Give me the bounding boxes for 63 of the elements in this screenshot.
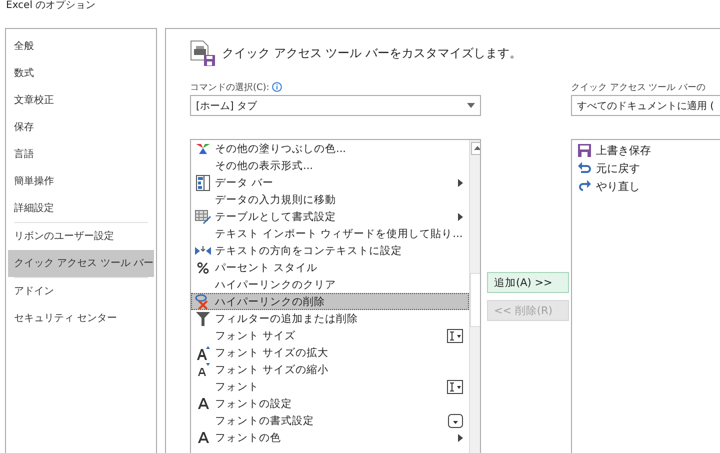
- sidebar-item[interactable]: 全般: [8, 33, 154, 60]
- text-field-icon: [446, 380, 463, 394]
- submenu-arrow-icon: [458, 212, 463, 220]
- command-item[interactable]: フォント サイズの縮小: [191, 361, 469, 378]
- table-format-icon: [195, 210, 211, 224]
- toolbar-target-dropdown[interactable]: すべてのドキュメントに適用 (: [571, 95, 720, 116]
- sidebar-item[interactable]: 詳細設定: [8, 195, 154, 222]
- text-field-icon: [446, 328, 463, 342]
- redo-icon: [578, 180, 590, 192]
- toolbar-customize-icon: [190, 40, 216, 66]
- font-icon: [198, 432, 208, 443]
- sidebar-item[interactable]: アドイン: [8, 278, 154, 305]
- command-item[interactable]: フォントの設定: [191, 395, 469, 412]
- sidebar-item[interactable]: セキュリティ センター: [8, 305, 154, 332]
- toolbar-item[interactable]: やり直し: [596, 178, 640, 194]
- command-item[interactable]: テーブルとして書式設定: [191, 208, 469, 225]
- command-item[interactable]: フォント サイズ: [191, 327, 469, 344]
- command-item[interactable]: パーセント スタイル: [191, 259, 469, 276]
- command-item[interactable]: フィルターの追加または削除: [191, 310, 469, 327]
- sidebar-item[interactable]: クイック アクセス ツール バー: [8, 250, 154, 277]
- info-icon: [272, 82, 282, 92]
- submenu-arrow-icon: [458, 178, 463, 186]
- dropdown-arrow-icon: [467, 103, 475, 108]
- color-palette-icon: [196, 144, 210, 154]
- command-source-dropdown[interactable]: [ホーム] タブ: [190, 95, 481, 116]
- command-item[interactable]: データの入力規則に移動: [191, 191, 469, 208]
- command-item[interactable]: ハイパーリンクのクリア: [191, 276, 469, 293]
- command-item[interactable]: その他の塗りつぶしの色...: [191, 140, 469, 157]
- unlink-icon: [195, 294, 211, 309]
- scrollbar[interactable]: [468, 140, 480, 453]
- command-item[interactable]: フォントの色: [191, 429, 469, 446]
- sidebar-item[interactable]: 数式: [8, 60, 154, 87]
- toolbar-item[interactable]: 上書き保存: [596, 142, 651, 158]
- command-item[interactable]: テキストの方向をコンテキストに設定: [191, 242, 469, 259]
- field-label: クイック アクセス ツール バーの: [571, 82, 706, 94]
- sidebar-item[interactable]: リボンのユーザー設定: [8, 223, 154, 250]
- command-item[interactable]: データ バー: [191, 174, 469, 191]
- command-item[interactable]: テキスト インポート ウィザードを使用して貼り...: [191, 225, 469, 242]
- text-direction-icon: [195, 244, 211, 256]
- sidebar-item[interactable]: 簡単操作: [8, 168, 154, 195]
- dropdown-box-icon: [448, 414, 463, 428]
- command-item[interactable]: ハイパーリンクの削除: [191, 293, 469, 310]
- toolbar-item[interactable]: 元に戻す: [596, 160, 640, 176]
- section-heading: クイック アクセス ツール バーをカスタマイズします。: [222, 44, 522, 62]
- scroll-up-icon: [470, 142, 480, 155]
- scroll-thumb[interactable]: [470, 273, 480, 327]
- font-shrink-icon: [196, 363, 210, 376]
- undo-icon: [578, 162, 590, 174]
- field-label: コマンドの選択(C):: [190, 82, 270, 94]
- data-bars-icon: [196, 174, 210, 190]
- save-icon: [578, 144, 590, 156]
- sidebar-item[interactable]: 保存: [8, 114, 154, 141]
- command-item[interactable]: フォントの書式設定: [191, 412, 469, 429]
- command-item[interactable]: その他の表示形式...: [191, 157, 469, 174]
- submenu-arrow-icon: [458, 434, 463, 442]
- font-icon: [198, 398, 208, 409]
- percent-icon: [197, 262, 209, 274]
- add-button[interactable]: 追加(A) >>: [487, 272, 569, 293]
- command-item[interactable]: フォント: [191, 378, 469, 395]
- sidebar-item[interactable]: 文章校正: [8, 87, 154, 114]
- sidebar-item[interactable]: 言語: [8, 141, 154, 168]
- font-grow-icon: [196, 346, 210, 360]
- command-item[interactable]: フォント サイズの拡大: [191, 344, 469, 361]
